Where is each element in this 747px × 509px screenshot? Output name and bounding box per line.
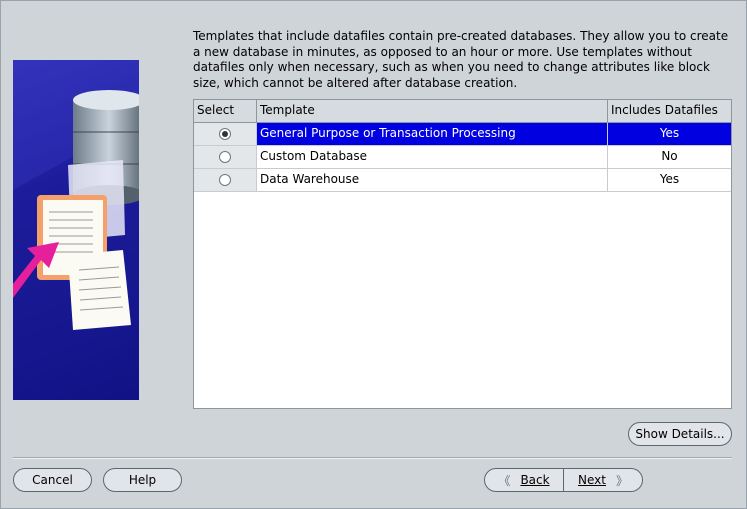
includes-datafiles-cell[interactable]: No [608,146,731,168]
includes-datafiles-cell[interactable]: Yes [608,123,731,145]
table-header: Select Template Includes Datafiles [194,100,731,123]
wizard-illustration [13,60,139,400]
back-button[interactable]: 《 Back [484,468,564,492]
column-header-select[interactable]: Select [194,100,257,122]
column-header-template[interactable]: Template [257,100,608,122]
radio-button-selected[interactable] [219,128,231,140]
template-description: Templates that include datafiles contain… [193,29,729,90]
back-label: Back [520,473,550,487]
radio-button[interactable] [219,174,231,186]
chevron-right-icon: 》 [615,473,628,488]
cancel-label: Cancel [32,473,73,487]
template-cell[interactable]: General Purpose or Transaction Processin… [257,123,608,145]
chevron-left-icon: 《 [498,473,511,488]
cancel-button[interactable]: Cancel [13,468,92,492]
database-documents-icon [13,60,139,330]
show-details-button[interactable]: Show Details... [628,422,732,446]
column-header-includes-datafiles[interactable]: Includes Datafiles [608,100,731,122]
table-row[interactable]: Custom Database No [194,146,731,169]
template-cell[interactable]: Custom Database [257,146,608,168]
next-button[interactable]: Next 》 [563,468,643,492]
next-label: Next [578,473,606,487]
show-details-label: Show Details... [635,427,725,441]
templates-table[interactable]: Select Template Includes Datafiles Gener… [193,99,732,409]
select-cell[interactable] [194,123,257,145]
help-label: Help [128,473,157,487]
template-cell[interactable]: Data Warehouse [257,169,608,191]
select-cell[interactable] [194,169,257,191]
help-button[interactable]: Help [103,468,182,492]
radio-button[interactable] [219,151,231,163]
divider [13,457,732,459]
select-cell[interactable] [194,146,257,168]
table-row[interactable]: Data Warehouse Yes [194,169,731,192]
includes-datafiles-cell[interactable]: Yes [608,169,731,191]
table-row[interactable]: General Purpose or Transaction Processin… [194,123,731,146]
